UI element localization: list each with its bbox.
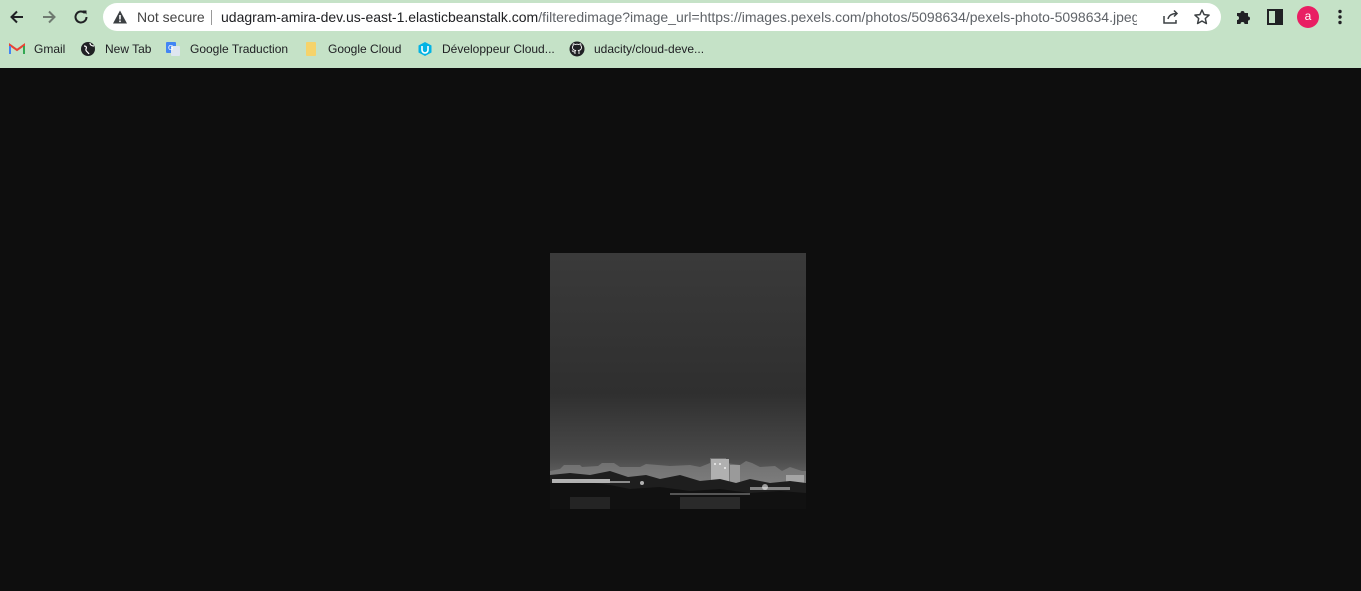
bookmark-label: Google Cloud: [328, 42, 402, 56]
forward-button[interactable]: [37, 5, 61, 29]
warning-icon[interactable]: [112, 9, 128, 25]
bookmark-developpeur-cloud[interactable]: Développeur Cloud...: [417, 38, 555, 60]
gmail-icon: [9, 41, 25, 57]
bookmarks-bar: Gmail New Tab G Google Traduction Google…: [0, 34, 1361, 64]
globe-icon: [80, 41, 96, 57]
grayscale-city-skyline-image: [550, 253, 806, 509]
url-host: udagram-amira-dev.us-east-1.elasticbeans…: [221, 9, 539, 25]
back-button[interactable]: [5, 5, 29, 29]
url-text[interactable]: udagram-amira-dev.us-east-1.elasticbeans…: [221, 9, 1137, 25]
bookmark-label: udacity/cloud-deve...: [594, 42, 705, 56]
filtered-image: [550, 253, 806, 509]
bookmark-label: Google Traduction: [190, 42, 289, 56]
bookmark-label: Gmail: [34, 42, 66, 56]
bookmark-udacity-cloud-deve[interactable]: udacity/cloud-deve...: [569, 38, 704, 60]
arrow-left-icon: [10, 10, 23, 24]
google-translate-icon: G: [165, 41, 181, 57]
share-icon[interactable]: [1162, 9, 1180, 25]
bookmark-label: Développeur Cloud...: [442, 42, 555, 56]
github-icon: [569, 41, 585, 57]
browser-chrome: Not secure udagram-amira-dev.us-east-1.e…: [0, 0, 1361, 68]
arrow-right-icon: [43, 10, 56, 24]
address-divider: [211, 10, 212, 25]
bookmark-new-tab[interactable]: New Tab: [80, 38, 151, 60]
bookmark-label: New Tab: [105, 42, 152, 56]
svg-text:G: G: [168, 44, 173, 52]
address-bar[interactable]: Not secure udagram-amira-dev.us-east-1.e…: [103, 3, 1221, 31]
side-panel-icon[interactable]: [1266, 8, 1284, 26]
folder-icon: [303, 41, 319, 57]
udacity-icon: [417, 41, 433, 57]
bookmark-gmail[interactable]: Gmail: [9, 38, 65, 60]
bookmark-star-icon[interactable]: [1193, 8, 1211, 26]
url-path: /filteredimage?image_url=https://images.…: [538, 9, 1137, 25]
browser-toolbar: Not secure udagram-amira-dev.us-east-1.e…: [0, 0, 1361, 34]
extensions-puzzle-icon[interactable]: [1234, 8, 1252, 26]
security-status-label[interactable]: Not secure: [137, 9, 205, 25]
reload-icon: [74, 10, 88, 24]
bookmark-google-cloud[interactable]: Google Cloud: [303, 38, 401, 60]
kebab-menu-icon[interactable]: [1331, 8, 1349, 26]
profile-avatar[interactable]: a: [1297, 6, 1319, 28]
bookmark-google-traduction[interactable]: G Google Traduction: [165, 38, 288, 60]
reload-button[interactable]: [69, 5, 93, 29]
